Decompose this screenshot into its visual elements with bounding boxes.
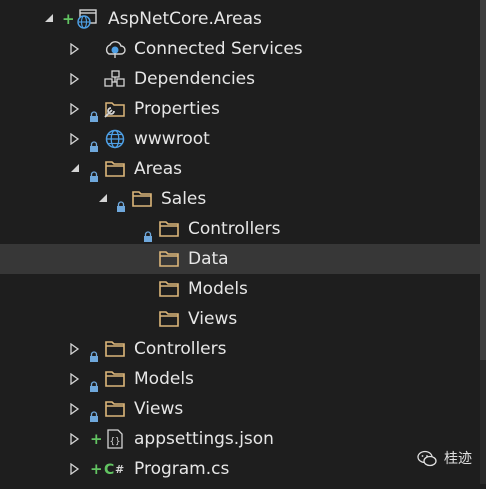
dependencies-icon bbox=[104, 69, 126, 89]
tree-item-appsettings[interactable]: + {} appsettings.json bbox=[0, 424, 486, 454]
tree-item-label: Connected Services bbox=[134, 39, 303, 59]
svg-text:#: # bbox=[115, 463, 124, 476]
folder-icon bbox=[158, 219, 180, 239]
watermark: 桂迹 bbox=[417, 448, 472, 470]
folder-icon bbox=[104, 369, 126, 389]
folder-icon bbox=[158, 279, 180, 299]
tree-item-label: Sales bbox=[161, 189, 207, 209]
cloud-connected-icon bbox=[104, 39, 126, 59]
tree-item-sales[interactable]: Sales bbox=[0, 184, 486, 214]
folder-icon bbox=[158, 249, 180, 269]
tree-item-controllers[interactable]: Controllers bbox=[0, 334, 486, 364]
tree-item-sales-data[interactable]: Data bbox=[0, 244, 486, 274]
svg-text:{}: {} bbox=[110, 437, 121, 447]
tree-item-views[interactable]: Views bbox=[0, 394, 486, 424]
lock-icon bbox=[89, 373, 99, 392]
tree-item-sales-views[interactable]: Views bbox=[0, 304, 486, 334]
tree-item-program[interactable]: + C # Program.cs bbox=[0, 454, 486, 484]
lock-icon bbox=[116, 193, 126, 212]
collapsed-arrow-icon[interactable] bbox=[70, 124, 84, 154]
collapsed-arrow-icon[interactable] bbox=[70, 424, 84, 454]
collapsed-arrow-icon[interactable] bbox=[70, 394, 84, 424]
csharp-file-icon: C # bbox=[104, 459, 126, 479]
watermark-text: 桂迹 bbox=[444, 451, 472, 467]
plus-icon: + bbox=[90, 430, 103, 448]
tree-item-label: Data bbox=[188, 249, 229, 269]
tree-item-label: appsettings.json bbox=[134, 429, 274, 449]
tree-item-models[interactable]: Models bbox=[0, 364, 486, 394]
collapsed-arrow-icon[interactable] bbox=[70, 364, 84, 394]
collapsed-arrow-icon[interactable] bbox=[70, 334, 84, 364]
tree-item-sales-models[interactable]: Models bbox=[0, 274, 486, 304]
folder-icon bbox=[131, 189, 153, 209]
collapsed-arrow-icon[interactable] bbox=[70, 64, 84, 94]
tree-item-wwwroot[interactable]: wwwroot bbox=[0, 124, 486, 154]
folder-icon bbox=[104, 399, 126, 419]
lock-icon bbox=[143, 223, 153, 242]
tree-item-label: Areas bbox=[134, 159, 182, 179]
lock-icon bbox=[89, 163, 99, 182]
tree-item-label: Program.cs bbox=[134, 459, 230, 479]
tree-item-properties[interactable]: Properties bbox=[0, 94, 486, 124]
folder-icon bbox=[104, 339, 126, 359]
svg-text:C: C bbox=[104, 462, 114, 478]
plus-icon: + bbox=[90, 460, 103, 478]
tree-item-label: Controllers bbox=[134, 339, 227, 359]
tree-item-label: Properties bbox=[134, 99, 220, 119]
folder-icon bbox=[104, 159, 126, 179]
lock-icon bbox=[89, 133, 99, 152]
collapsed-arrow-icon[interactable] bbox=[70, 34, 84, 64]
expanded-arrow-icon[interactable] bbox=[70, 154, 84, 184]
lock-icon bbox=[89, 343, 99, 362]
web-project-icon bbox=[76, 9, 98, 29]
scrollbar-thumb[interactable] bbox=[480, 0, 486, 360]
tree-item-label: Controllers bbox=[188, 219, 281, 239]
collapsed-arrow-icon[interactable] bbox=[70, 454, 84, 484]
tree-item-label: AspNetCore.Areas bbox=[108, 9, 262, 29]
tree-item-label: wwwroot bbox=[134, 129, 210, 149]
tree-item-label: Views bbox=[188, 309, 238, 329]
collapsed-arrow-icon[interactable] bbox=[70, 94, 84, 124]
tree-item-dependencies[interactable]: Dependencies bbox=[0, 64, 486, 94]
tree-item-areas[interactable]: Areas bbox=[0, 154, 486, 184]
wechat-icon bbox=[416, 449, 438, 469]
properties-folder-icon bbox=[104, 99, 126, 119]
expanded-arrow-icon[interactable] bbox=[44, 4, 58, 34]
tree-item-connected-services[interactable]: Connected Services bbox=[0, 34, 486, 64]
vertical-scrollbar[interactable] bbox=[480, 0, 486, 484]
lock-icon bbox=[89, 403, 99, 422]
folder-icon bbox=[158, 309, 180, 329]
tree-item-label: Views bbox=[134, 399, 184, 419]
tree-item-sales-controllers[interactable]: Controllers bbox=[0, 214, 486, 244]
plus-icon: + bbox=[62, 10, 75, 28]
globe-icon bbox=[104, 129, 126, 149]
tree-item-project[interactable]: + AspNetCore.Areas bbox=[0, 4, 486, 34]
json-file-icon: {} bbox=[104, 429, 126, 449]
tree-item-label: Models bbox=[188, 279, 248, 299]
lock-icon bbox=[89, 103, 99, 122]
solution-explorer-tree: + AspNetCore.Areas Connected Services De… bbox=[0, 4, 486, 484]
expanded-arrow-icon[interactable] bbox=[98, 184, 112, 214]
tree-item-label: Models bbox=[134, 369, 194, 389]
tree-item-label: Dependencies bbox=[134, 69, 255, 89]
